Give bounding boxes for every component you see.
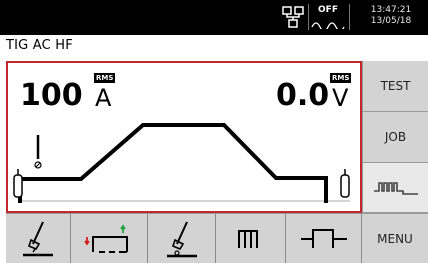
job-button[interactable]: JOB: [362, 112, 428, 163]
hf-start-icon: [34, 135, 42, 169]
post-gas-icon: [340, 169, 350, 198]
test-button-label: TEST: [380, 79, 411, 93]
pre-gas-icon: [13, 169, 23, 198]
job-button-label: JOB: [384, 130, 407, 144]
network-icon: [282, 6, 304, 28]
square-wave-button[interactable]: [286, 213, 362, 263]
status-separator: [308, 4, 309, 30]
status-bar: OFF 13:47:21 13/05/18: [0, 0, 428, 35]
square-wave-icon: [300, 228, 347, 248]
clock-date: 13/05/18: [370, 16, 412, 26]
parameter-display[interactable]: 100 RMS A 0.0 RMS V: [6, 61, 362, 213]
welding-cycle-graph: [13, 123, 350, 203]
current-profile-line: [18, 123, 328, 203]
welding-mode-label: TIG AC HF: [6, 38, 73, 53]
status-separator: [349, 4, 350, 30]
torch-pre-icon: [23, 221, 53, 256]
clock: 13:47:21 13/05/18: [354, 5, 428, 27]
trigger-mode-icon: [84, 223, 128, 253]
trigger-mode-button[interactable]: [71, 213, 148, 263]
menu-button-label: MENU: [377, 231, 413, 246]
wave-icon: [311, 22, 345, 29]
pulse-wave-button[interactable]: [362, 163, 428, 213]
torch-post-button[interactable]: [148, 213, 216, 263]
pulse-wave-icon: [373, 181, 418, 195]
pulse-button[interactable]: [216, 213, 286, 263]
output-state-label: OFF: [318, 5, 338, 15]
torch-pre-button[interactable]: [6, 213, 71, 263]
torch-post-icon: [166, 221, 197, 257]
pulse-icon: [237, 229, 258, 248]
test-button[interactable]: TEST: [362, 61, 428, 112]
menu-button[interactable]: MENU: [362, 213, 428, 263]
clock-time: 13:47:21: [370, 5, 412, 15]
